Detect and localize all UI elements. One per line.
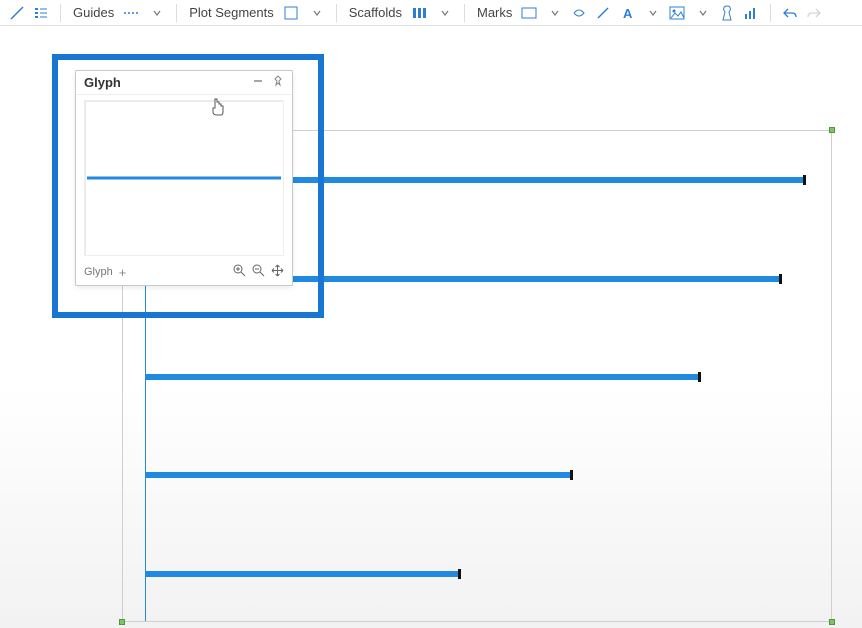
pin-icon[interactable] [272, 75, 284, 90]
toolbar-separator [336, 4, 337, 22]
pan-icon[interactable] [271, 264, 284, 280]
bar-end-handle[interactable] [698, 372, 701, 382]
guides-dropdown-icon[interactable] [146, 2, 168, 24]
bar-end-handle[interactable] [570, 470, 573, 480]
plot-handle[interactable] [829, 619, 835, 625]
plot-segment-region-icon[interactable] [280, 2, 302, 24]
chart-bar[interactable] [145, 374, 699, 380]
link-tool-icon[interactable] [6, 2, 28, 24]
zoom-in-icon[interactable] [233, 264, 246, 280]
mark-image-icon[interactable] [666, 2, 688, 24]
glyph-tab-label[interactable]: Glyph [84, 266, 113, 278]
scaffolds-label: Scaffolds [345, 5, 406, 20]
toolbar-separator [176, 4, 177, 22]
mark-icon-icon[interactable] [716, 2, 738, 24]
glyph-editor-area[interactable] [84, 100, 284, 256]
mark-dataaxis-icon[interactable] [740, 2, 762, 24]
bar-end-handle[interactable] [779, 274, 782, 284]
glyph-panel-header[interactable]: Glyph [76, 71, 292, 95]
svg-text:A: A [623, 6, 633, 20]
zoom-out-icon[interactable] [252, 264, 265, 280]
redo-icon[interactable] [803, 2, 825, 24]
legend-tool-icon[interactable] [30, 2, 52, 24]
bar-end-handle[interactable] [458, 569, 461, 579]
chart-bar[interactable] [145, 571, 459, 577]
mark-text-dropdown-icon[interactable] [642, 2, 664, 24]
mark-image-dropdown-icon[interactable] [692, 2, 714, 24]
guides-horizontal-icon[interactable] [120, 2, 142, 24]
toolbar-separator [770, 4, 771, 22]
add-glyph-icon[interactable]: + [119, 265, 127, 280]
toolbar: Guides Plot Segments Scaffolds Marks [0, 0, 862, 26]
plot-segment-dropdown-icon[interactable] [306, 2, 328, 24]
bar-end-handle[interactable] [803, 175, 806, 185]
undo-icon[interactable] [779, 2, 801, 24]
scaffold-icon[interactable] [408, 2, 430, 24]
mark-ellipse-icon[interactable] [568, 2, 590, 24]
glyph-panel-title: Glyph [84, 75, 121, 90]
glyph-panel[interactable]: Glyph Glyph + [75, 70, 293, 286]
toolbar-separator [60, 4, 61, 22]
chart-bar[interactable] [145, 472, 571, 478]
glyph-panel-footer: Glyph + [76, 261, 292, 285]
minimize-icon[interactable] [252, 75, 264, 90]
mark-text-icon[interactable]: A [616, 2, 638, 24]
mark-rect-dropdown-icon[interactable] [544, 2, 566, 24]
plot-segments-label: Plot Segments [185, 5, 278, 20]
toolbar-separator [464, 4, 465, 22]
mark-rect-icon[interactable] [518, 2, 540, 24]
plot-handle[interactable] [829, 127, 835, 133]
marks-label: Marks [473, 5, 516, 20]
glyph-mark-line[interactable] [87, 177, 281, 180]
canvas-area[interactable]: Glyph Glyph + [0, 26, 862, 628]
guides-label: Guides [69, 5, 118, 20]
scaffold-dropdown-icon[interactable] [434, 2, 456, 24]
mark-line-icon[interactable] [592, 2, 614, 24]
plot-handle[interactable] [119, 619, 125, 625]
